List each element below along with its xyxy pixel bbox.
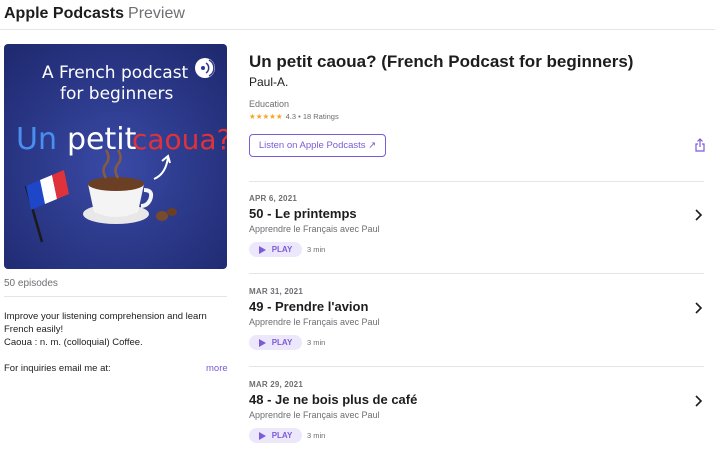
podcast-badge-icon [195,58,215,78]
episode-duration: 3 min [307,338,326,347]
description-line: Caoua : n. m. (colloquial) Coffee. [4,337,143,348]
top-bar: Apple Podcasts Preview [0,0,715,30]
description-line: French easily! [4,324,64,335]
brand-preview-label: Preview [128,5,185,22]
episode-title[interactable]: 48 - Je ne bois plus de café [249,392,417,407]
episode-duration: 3 min [307,431,326,440]
rating-stars: ★★★★★ [249,112,283,121]
divider [249,366,704,367]
divider [249,273,704,274]
podcast-artwork-graphic: A French podcast for beginners Un petit … [4,44,227,269]
cover-line2: for beginners [60,84,174,104]
inquiries-text: For inquiries email me at: [4,363,111,374]
rating-text: 4.3 • 18 Ratings [285,112,339,121]
podcast-description: Improve your listening comprehension and… [4,310,227,349]
episode-subtitle: Apprendre le Français avec Paul [249,224,380,234]
more-link[interactable]: more [206,363,228,374]
chevron-right-icon[interactable] [694,394,703,408]
episode-item[interactable]: MAR 31, 2021 49 - Prendre l'avion Appren… [249,287,709,367]
episode-duration: 3 min [307,245,326,254]
rating-summary: ★★★★★ 4.3 • 18 Ratings [249,112,339,121]
divider [4,296,227,297]
cover-word-petit: petit [67,122,137,157]
brand[interactable]: Apple Podcasts Preview [4,4,185,24]
episode-date: MAR 31, 2021 [249,287,303,296]
play-button[interactable]: PLAY [249,428,302,443]
podcast-title: Un petit caoua? (French Podcast for begi… [249,52,634,71]
play-icon [258,245,266,254]
podcast-artwork: A French podcast for beginners Un petit … [4,44,227,269]
play-label: PLAY [271,431,293,440]
cover-word-caoua: caoua? [132,123,227,156]
listen-on-apple-podcasts-button[interactable]: Listen on Apple Podcasts ↗ [249,134,386,157]
play-icon [258,338,266,347]
episode-date: MAR 29, 2021 [249,380,303,389]
episode-title[interactable]: 49 - Prendre l'avion [249,299,368,314]
play-button[interactable]: PLAY [249,242,302,257]
chevron-right-icon[interactable] [694,208,703,222]
play-label: PLAY [271,338,293,347]
play-label: PLAY [271,245,293,254]
episode-subtitle: Apprendre le Français avec Paul [249,317,380,327]
episode-item[interactable]: MAR 29, 2021 48 - Je ne bois plus de caf… [249,380,709,449]
play-button[interactable]: PLAY [249,335,302,350]
episode-title[interactable]: 50 - Le printemps [249,206,357,221]
cover-line1: A French podcast [42,63,189,83]
share-icon[interactable] [694,138,706,152]
cover-word-un: Un [16,122,57,157]
episode-item[interactable]: APR 6, 2021 50 - Le printemps Apprendre … [249,194,709,274]
episode-subtitle: Apprendre le Français avec Paul [249,410,380,420]
play-icon [258,431,266,440]
podcast-category[interactable]: Education [249,99,289,109]
description-line: Improve your listening comprehension and… [4,311,207,322]
chevron-right-icon[interactable] [694,301,703,315]
brand-name: Apple Podcasts [4,5,125,22]
divider [249,181,704,182]
episodes-count: 50 episodes [4,278,58,289]
episode-date: APR 6, 2021 [249,194,298,203]
podcast-author[interactable]: Paul-A. [249,75,288,89]
